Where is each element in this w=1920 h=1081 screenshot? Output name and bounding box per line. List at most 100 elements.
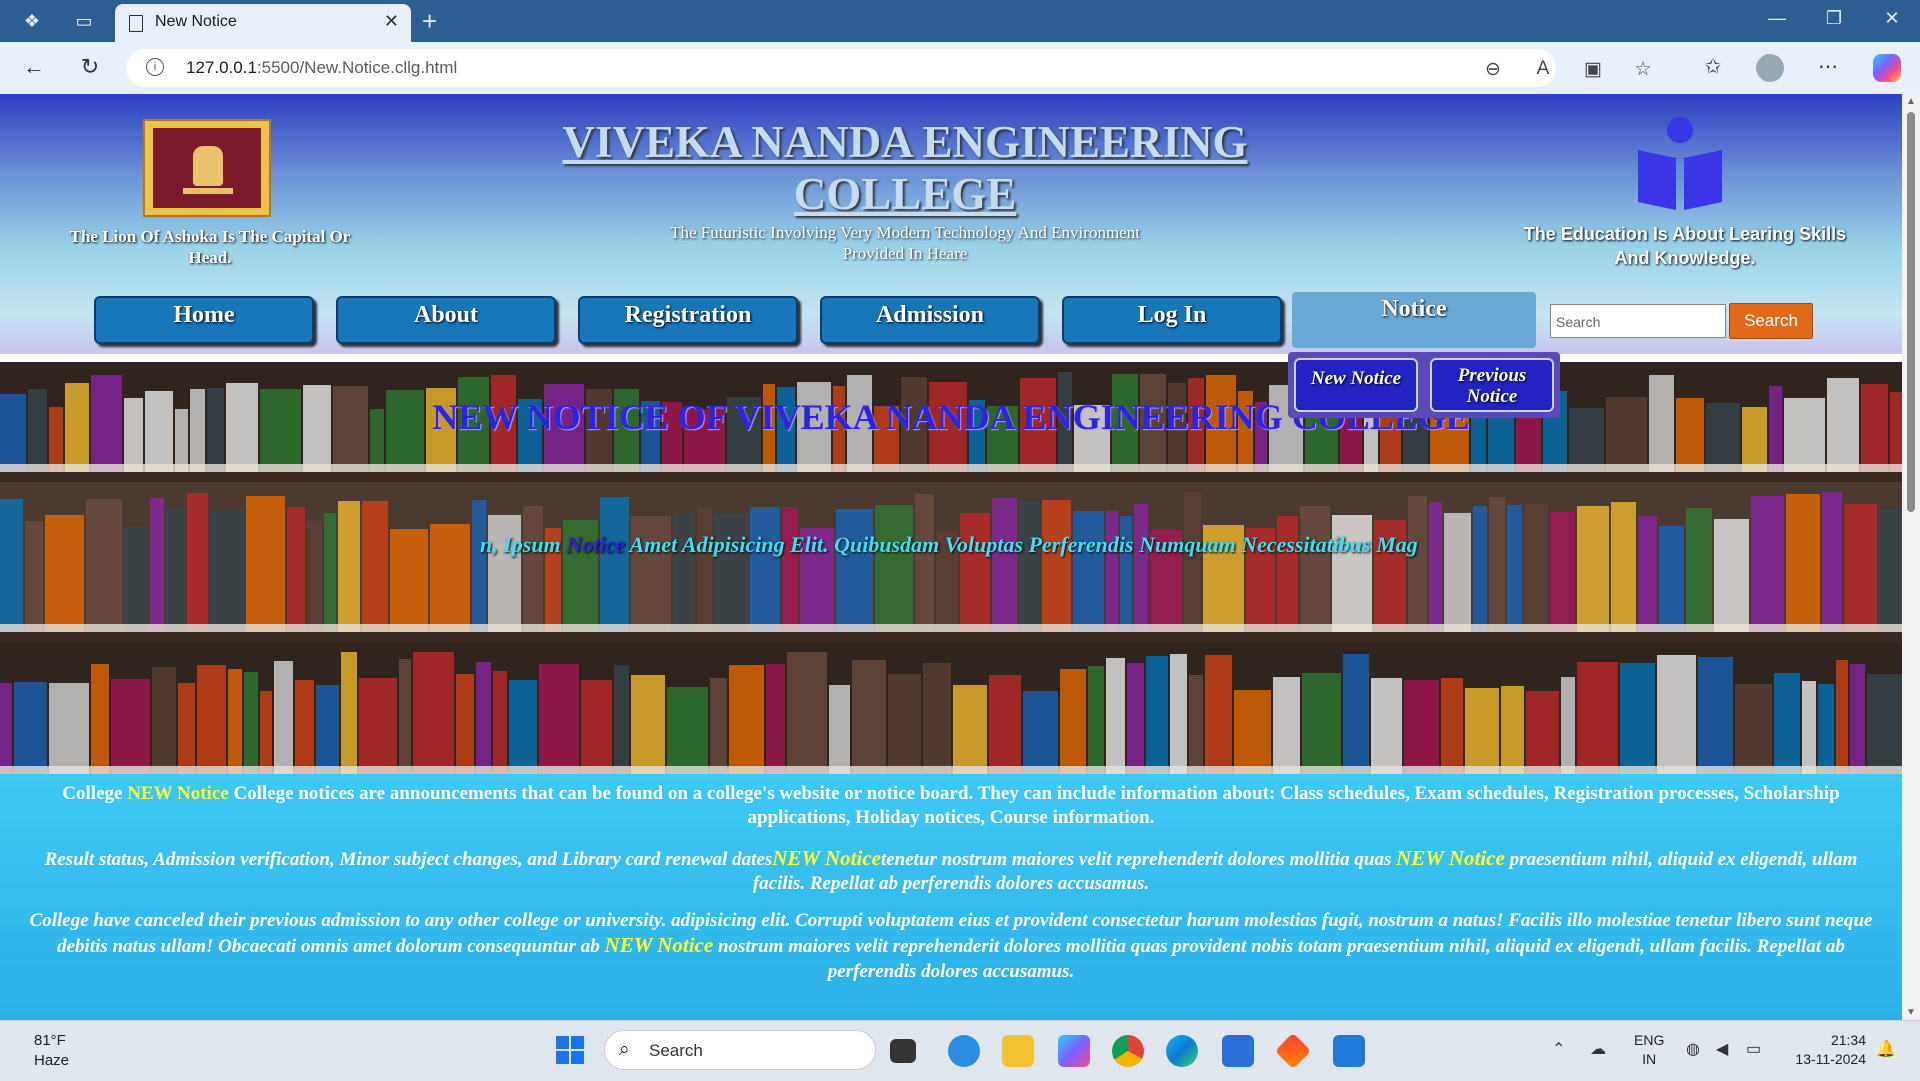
- file-explorer-icon[interactable]: [1002, 1035, 1034, 1067]
- nav-login-button[interactable]: Log In: [1062, 296, 1282, 344]
- scroll-up-icon[interactable]: ▲: [1906, 96, 1916, 107]
- immersive-reader-icon[interactable]: ▣: [1578, 58, 1608, 81]
- vscode-icon[interactable]: [1333, 1035, 1365, 1067]
- book-spine: [714, 513, 748, 632]
- address-bar[interactable]: i 127.0.0.1:5500/New.Notice.cllg.html ⊖ …: [126, 49, 1652, 87]
- copilot-icon[interactable]: [1873, 54, 1901, 82]
- volume-icon[interactable]: ◀: [1716, 1039, 1728, 1059]
- language-indicator[interactable]: ENG IN: [1634, 1031, 1664, 1069]
- taskbar-search[interactable]: ⌕ Search: [604, 1030, 876, 1070]
- book-spine: [1106, 658, 1125, 774]
- book-spine: [829, 685, 850, 774]
- book-spine: [1489, 497, 1505, 632]
- chrome-icon[interactable]: [1112, 1035, 1144, 1067]
- book-spine: [274, 661, 293, 774]
- notification-icon[interactable]: 🔔: [1876, 1039, 1896, 1059]
- book-spine: [1611, 502, 1636, 632]
- help-app-icon[interactable]: [948, 1035, 980, 1067]
- copilot-app-icon[interactable]: [1058, 1035, 1090, 1067]
- scroll-down-icon[interactable]: ▼: [1906, 1007, 1916, 1018]
- book-spine: [667, 687, 708, 774]
- book-spine: [1786, 494, 1820, 632]
- search-icon: ⌕: [619, 1039, 630, 1060]
- edge-icon[interactable]: [1166, 1035, 1198, 1067]
- book-spine: [166, 508, 185, 632]
- windows-taskbar: 81°F Haze ⌕ Search ⌃ ☁ ENG IN ◍ ◀ ▭ 21:3…: [0, 1020, 1920, 1081]
- book-spine: [729, 665, 764, 774]
- book-spine: [228, 669, 242, 774]
- book-spine: [413, 652, 454, 774]
- previous-notice-link[interactable]: Previous Notice: [1430, 358, 1554, 412]
- tab-actions-icon[interactable]: ▭: [72, 9, 96, 33]
- windows-start-icon[interactable]: [556, 1036, 586, 1066]
- book-spine: [923, 663, 951, 774]
- browser-tab[interactable]: New Notice ✕: [115, 4, 411, 42]
- nav-registration-button[interactable]: Registration: [578, 296, 798, 344]
- book-spine: [1343, 654, 1369, 774]
- book-spine: [1170, 654, 1187, 774]
- book-spine: [307, 521, 322, 632]
- shelf-plank: [0, 464, 1902, 472]
- workspaces-icon[interactable]: ❖: [20, 9, 44, 33]
- college-tagline: The Futuristic Involving Very Modern Tec…: [670, 223, 1140, 263]
- book-spine: [244, 672, 258, 774]
- nav-home-button[interactable]: Home: [94, 296, 314, 344]
- book-spine: [1844, 504, 1877, 632]
- scrollbar-thumb[interactable]: [1907, 112, 1915, 512]
- book-spine: [210, 510, 244, 632]
- book-spine: [1657, 655, 1696, 774]
- book-spine: [295, 680, 314, 774]
- profile-avatar[interactable]: [1756, 54, 1784, 82]
- book-spine: [324, 513, 336, 632]
- book-spine: [25, 521, 43, 632]
- notice-paragraph-3: College have canceled their previous adm…: [29, 910, 1873, 982]
- college-title: VIVEKA NANDA ENGINEERING COLLEGE: [562, 117, 1248, 219]
- book-spine: [1577, 506, 1609, 632]
- onedrive-icon[interactable]: ☁: [1590, 1039, 1606, 1059]
- favorite-star-icon[interactable]: ☆: [1628, 58, 1658, 81]
- nav-about-button[interactable]: About: [336, 296, 556, 344]
- nav-notice-button[interactable]: Notice: [1292, 292, 1536, 348]
- notice-marquee: n, Ipsum Notice Amet Adipisicing Elit. Q…: [480, 532, 1418, 557]
- book-spine: [476, 662, 491, 774]
- new-tab-icon[interactable]: +: [422, 6, 437, 37]
- book-spine: [787, 652, 827, 774]
- book-spine: [1774, 673, 1800, 774]
- close-tab-icon[interactable]: ✕: [384, 11, 399, 32]
- notice-paragraph-1: College NEW Notice College notices are a…: [62, 783, 1840, 828]
- book-spine: [0, 499, 23, 632]
- read-aloud-icon[interactable]: A: [1528, 58, 1558, 80]
- book-spine: [766, 664, 785, 774]
- task-view-icon[interactable]: [890, 1039, 916, 1063]
- page-scrollbar[interactable]: ▲ ▼: [1902, 94, 1920, 1020]
- minimize-icon[interactable]: —: [1757, 8, 1797, 29]
- zoom-out-icon[interactable]: ⊖: [1478, 58, 1508, 81]
- more-menu-icon[interactable]: ⋯: [1813, 54, 1843, 79]
- book-spine: [953, 685, 987, 774]
- book-spine: [631, 675, 665, 774]
- search-button[interactable]: Search: [1729, 303, 1813, 339]
- git-app-icon[interactable]: [1274, 1032, 1312, 1070]
- network-icon[interactable]: ◍: [1686, 1039, 1700, 1059]
- book-spine: [390, 529, 428, 632]
- favorites-icon[interactable]: ✩: [1698, 54, 1728, 79]
- weather-widget[interactable]: 81°F Haze: [34, 1031, 69, 1071]
- back-icon[interactable]: ←: [18, 54, 50, 80]
- battery-icon[interactable]: ▭: [1746, 1039, 1761, 1059]
- refresh-icon[interactable]: ↻: [74, 54, 106, 80]
- search-input[interactable]: Search: [1550, 304, 1726, 338]
- document-icon: [129, 15, 143, 32]
- store-icon[interactable]: [1222, 1035, 1254, 1067]
- book-spine: [1802, 681, 1816, 774]
- clock[interactable]: 21:34 13-11-2024: [1786, 1031, 1866, 1069]
- close-window-icon[interactable]: ✕: [1872, 8, 1912, 29]
- site-header: The Lion Of Ashoka Is The Capital Or Hea…: [0, 94, 1902, 354]
- nav-admission-button[interactable]: Admission: [820, 296, 1040, 344]
- chevron-up-icon[interactable]: ⌃: [1552, 1039, 1565, 1059]
- book-spine: [45, 515, 84, 632]
- site-info-icon[interactable]: i: [146, 58, 164, 76]
- new-notice-link[interactable]: New Notice: [1294, 358, 1418, 412]
- book-spine: [581, 680, 612, 774]
- book-spine: [1189, 675, 1203, 774]
- restore-icon[interactable]: ❐: [1814, 8, 1854, 29]
